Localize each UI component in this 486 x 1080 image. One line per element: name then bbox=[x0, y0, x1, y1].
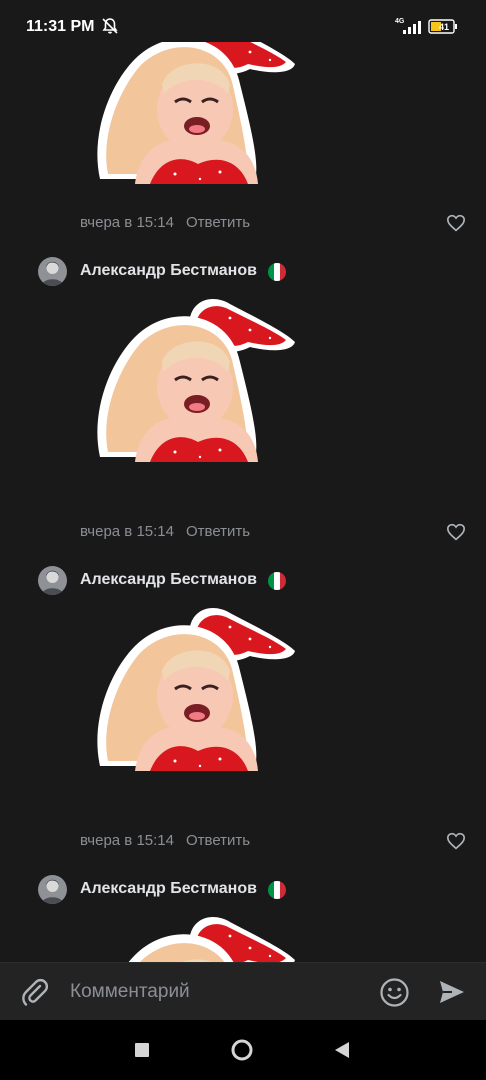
sticker-image[interactable] bbox=[80, 601, 300, 771]
signal-icon: 4G bbox=[395, 18, 421, 34]
status-time: 11:31 PM bbox=[26, 18, 95, 35]
avatar[interactable] bbox=[38, 875, 67, 904]
do-not-disturb-bell-icon bbox=[102, 18, 118, 34]
heart-icon[interactable] bbox=[446, 832, 466, 850]
comment-input[interactable] bbox=[70, 975, 360, 1009]
sticker-image[interactable] bbox=[80, 42, 300, 184]
battery-level: 41 bbox=[439, 22, 449, 32]
reply-button[interactable]: Ответить bbox=[186, 523, 250, 540]
author-name[interactable]: Александр Бестманов bbox=[80, 880, 257, 898]
comment-meta: вчера в 15:14 Ответить bbox=[80, 523, 250, 540]
author-name[interactable]: Александр Бестманов bbox=[80, 262, 257, 280]
italy-flag-icon bbox=[268, 263, 286, 281]
heart-icon[interactable] bbox=[446, 523, 466, 541]
recents-square-icon[interactable] bbox=[135, 1043, 149, 1057]
comments-feed[interactable]: вчера в 15:14 Ответить Александр Бестмано… bbox=[0, 42, 486, 962]
author-name[interactable]: Александр Бестманов bbox=[80, 571, 257, 589]
send-icon[interactable] bbox=[438, 978, 466, 1006]
comment-date: вчера в 15:14 bbox=[80, 832, 174, 849]
paperclip-icon[interactable] bbox=[20, 977, 50, 1007]
comment-meta: вчера в 15:14 Ответить bbox=[80, 214, 250, 231]
italy-flag-icon bbox=[268, 572, 286, 590]
heart-icon[interactable] bbox=[446, 214, 466, 232]
comment-composer bbox=[0, 962, 486, 1021]
avatar[interactable] bbox=[38, 257, 67, 286]
emoji-icon[interactable] bbox=[379, 977, 410, 1008]
network-label: 4G bbox=[395, 18, 405, 25]
home-circle-icon[interactable] bbox=[231, 1039, 253, 1061]
reply-button[interactable]: Ответить bbox=[186, 214, 250, 231]
italy-flag-icon bbox=[268, 881, 286, 899]
back-triangle-icon[interactable] bbox=[334, 1041, 350, 1059]
battery-icon: 41 bbox=[428, 19, 457, 34]
system-navigation-bar bbox=[0, 1020, 486, 1080]
comment-meta: вчера в 15:14 Ответить bbox=[80, 832, 250, 849]
comment-date: вчера в 15:14 bbox=[80, 214, 174, 231]
reply-button[interactable]: Ответить bbox=[186, 832, 250, 849]
sticker-image[interactable] bbox=[80, 910, 300, 962]
avatar[interactable] bbox=[38, 566, 67, 595]
comment-date: вчера в 15:14 bbox=[80, 523, 174, 540]
sticker-image[interactable] bbox=[80, 292, 300, 462]
